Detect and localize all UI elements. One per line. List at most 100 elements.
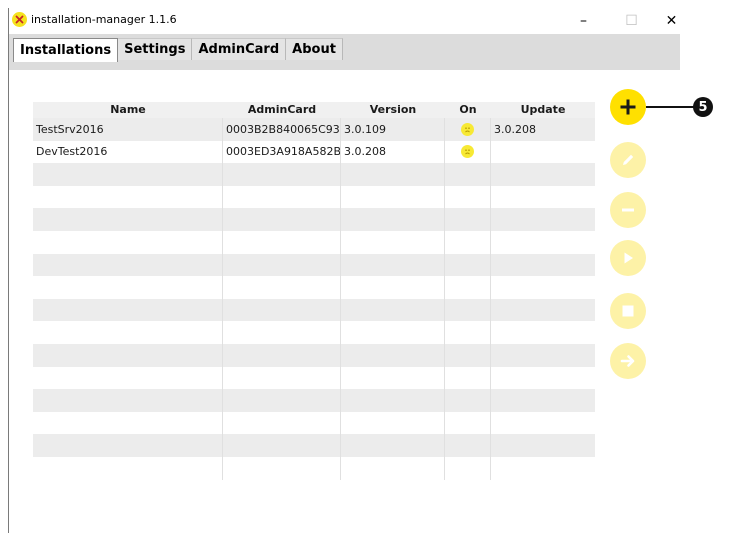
table-cell-empty xyxy=(491,186,595,209)
window-title: installation-manager 1.1.6 xyxy=(31,13,177,26)
play-icon xyxy=(624,252,633,264)
table-cell-empty xyxy=(491,389,595,412)
callout-number-badge: 5 xyxy=(693,97,713,117)
table-row-empty[interactable] xyxy=(33,389,595,412)
forward-button[interactable] xyxy=(610,343,646,379)
maximize-button[interactable]: ☐ xyxy=(609,8,654,34)
table-cell-empty xyxy=(33,185,223,209)
table-cell-empty xyxy=(491,276,595,299)
tab-installations[interactable]: Installations xyxy=(13,38,119,62)
table-cell-empty xyxy=(491,344,595,367)
table-row-empty[interactable] xyxy=(33,411,595,435)
table-cell-empty xyxy=(445,366,491,390)
column-header-admincard[interactable]: AdminCard xyxy=(223,102,341,118)
table-cell-empty xyxy=(341,185,445,209)
plus-icon xyxy=(620,99,636,115)
start-button[interactable] xyxy=(610,240,646,276)
add-button[interactable] xyxy=(610,89,646,125)
table-cell-empty xyxy=(33,276,223,299)
cell-version: 3.0.208 xyxy=(341,140,445,164)
app-logo-icon xyxy=(12,12,27,27)
column-header-on[interactable]: On xyxy=(445,102,491,118)
table-row-empty[interactable] xyxy=(33,456,595,480)
table-row-empty[interactable] xyxy=(33,366,595,390)
pencil-icon xyxy=(623,154,634,165)
table-cell-empty xyxy=(341,163,445,186)
minimize-button[interactable]: – xyxy=(561,8,606,34)
table-row-empty[interactable] xyxy=(33,321,595,344)
table-row-empty[interactable] xyxy=(33,434,595,457)
table-cell-empty xyxy=(445,434,491,457)
table-row-empty[interactable] xyxy=(33,343,595,367)
arrow-right-icon xyxy=(620,355,635,367)
table-cell-empty xyxy=(223,321,341,344)
table-cell-empty xyxy=(223,389,341,412)
table-cell-empty xyxy=(223,253,341,277)
table-cell-empty xyxy=(445,321,491,344)
table-row[interactable]: DevTest2016 0003ED3A918A582B 3.0.208 xyxy=(33,140,595,164)
cell-on xyxy=(445,118,491,141)
tab-settings[interactable]: Settings xyxy=(118,38,193,60)
table-cell-empty xyxy=(33,366,223,390)
table-cell-empty xyxy=(223,276,341,299)
table-cell-empty xyxy=(33,389,223,412)
table-cell-empty xyxy=(491,231,595,254)
table-cell-empty xyxy=(445,230,491,254)
table-row-empty[interactable] xyxy=(33,163,595,186)
table-cell-empty xyxy=(491,412,595,435)
table-cell-empty xyxy=(445,389,491,412)
table-cell-empty xyxy=(223,230,341,254)
table-cell-empty xyxy=(223,163,341,186)
table-body: TestSrv2016 0003B2B840065C93 3.0.109 3.0… xyxy=(33,118,595,480)
installations-table: Name AdminCard Version On Update TestSrv… xyxy=(33,102,595,492)
stop-button[interactable] xyxy=(610,293,646,329)
table-cell-empty xyxy=(223,343,341,367)
table-cell-empty xyxy=(445,185,491,209)
table-row-empty[interactable] xyxy=(33,185,595,209)
tab-admincard[interactable]: AdminCard xyxy=(192,38,287,60)
table-row-empty[interactable] xyxy=(33,298,595,322)
stop-icon xyxy=(622,305,634,317)
table-cell-empty xyxy=(33,343,223,367)
table-cell-empty xyxy=(33,434,223,457)
callout-leader-line xyxy=(646,106,698,108)
table-header: Name AdminCard Version On Update xyxy=(33,102,595,118)
table-cell-empty xyxy=(445,208,491,231)
cell-name: TestSrv2016 xyxy=(33,118,223,141)
table-row-empty[interactable] xyxy=(33,208,595,231)
table-cell-empty xyxy=(341,456,445,480)
cell-update: 3.0.208 xyxy=(494,122,536,136)
table-cell-empty xyxy=(223,298,341,322)
cell-name: DevTest2016 xyxy=(33,140,223,164)
tab-about[interactable]: About xyxy=(286,38,343,60)
table-cell-empty xyxy=(445,276,491,299)
table-row-empty[interactable] xyxy=(33,276,595,299)
table-cell-empty xyxy=(445,253,491,277)
table-row-empty[interactable] xyxy=(33,230,595,254)
title-bar[interactable]: installation-manager 1.1.6 – ☐ ✕ xyxy=(9,8,680,34)
table-cell-empty xyxy=(341,230,445,254)
table-cell-empty xyxy=(33,411,223,435)
column-header-update[interactable]: Update xyxy=(491,102,595,118)
cell-version: 3.0.109 xyxy=(341,118,445,141)
table-cell-empty xyxy=(341,434,445,457)
table-cell-empty xyxy=(491,321,595,344)
table-cell-empty xyxy=(33,230,223,254)
cell-on xyxy=(445,140,491,164)
edit-button[interactable] xyxy=(610,142,646,178)
close-button[interactable]: ✕ xyxy=(649,8,680,34)
cell-admincard: 0003B2B840065C93 xyxy=(223,118,341,141)
column-header-name[interactable]: Name xyxy=(33,102,223,118)
table-row[interactable]: TestSrv2016 0003B2B840065C93 3.0.109 3.0… xyxy=(33,118,595,141)
sad-face-icon xyxy=(461,145,474,159)
table-cell-empty xyxy=(341,366,445,390)
table-cell-empty xyxy=(491,254,595,277)
table-cell-empty xyxy=(491,434,595,457)
table-row-empty[interactable] xyxy=(33,253,595,277)
table-cell-empty xyxy=(223,456,341,480)
cell-update xyxy=(491,141,595,164)
table-cell-empty xyxy=(341,411,445,435)
remove-button[interactable] xyxy=(610,192,646,228)
column-header-version[interactable]: Version xyxy=(341,102,445,118)
tab-strip: Installations Settings AdminCard About xyxy=(9,34,680,70)
